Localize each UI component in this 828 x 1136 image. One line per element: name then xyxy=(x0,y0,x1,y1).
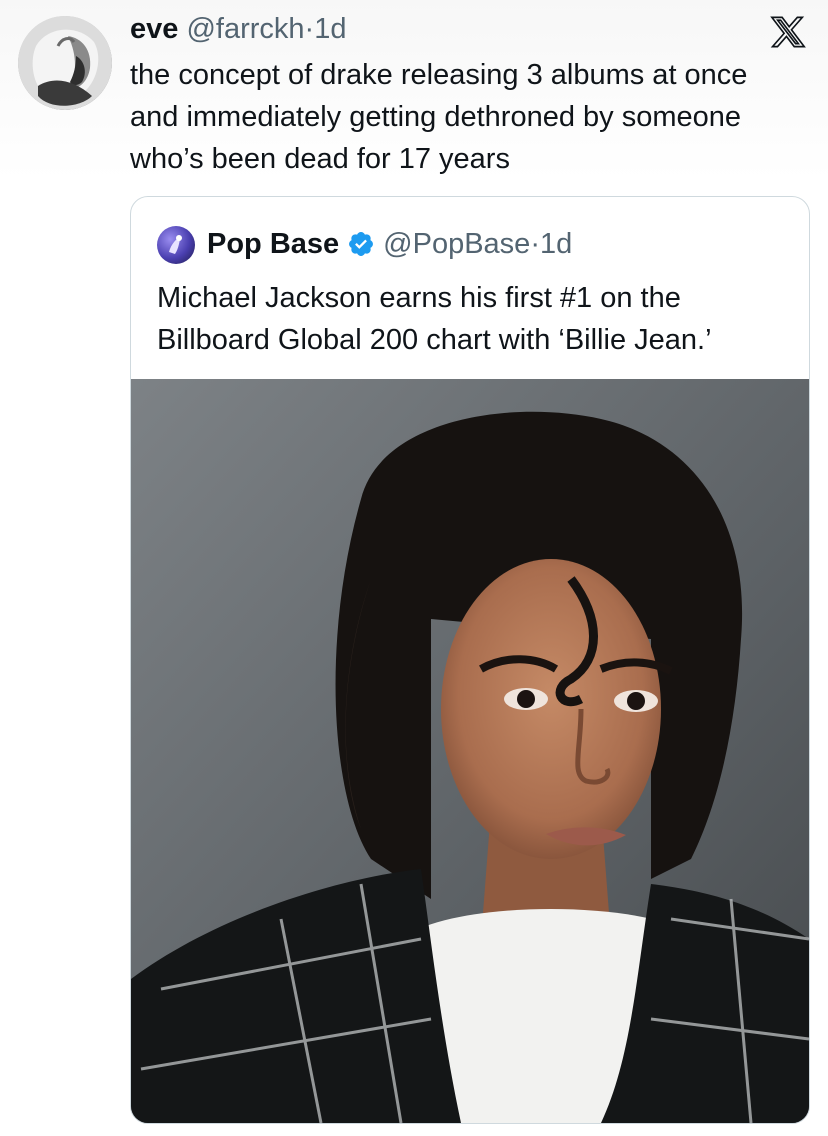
quoted-author-avatar[interactable] xyxy=(157,226,195,264)
meta-separator: · xyxy=(304,13,315,45)
tweet-container: eve @farrckh·1d the concept of drake rel… xyxy=(0,0,828,1136)
quoted-tweet-header: Pop Base @PopBase · 1d xyxy=(207,225,572,263)
avatar-image xyxy=(18,16,112,110)
quoted-tweet-photo[interactable] xyxy=(131,379,809,1123)
tweet-text: the concept of drake releasing 3 albums … xyxy=(130,59,748,175)
verified-badge-icon xyxy=(347,230,375,258)
author-handle[interactable]: @farrckh xyxy=(186,13,304,45)
quoted-meta-separator: · xyxy=(530,228,540,260)
portrait-photo xyxy=(131,379,809,1123)
x-logo-icon xyxy=(770,14,806,50)
quoted-tweet-card[interactable]: Pop Base @PopBase · 1d Michael Jackson ear… xyxy=(130,196,810,1124)
quoted-avatar-image xyxy=(169,235,182,254)
tweet-header: eve @farrckh·1d xyxy=(130,10,346,48)
author-avatar[interactable] xyxy=(18,16,112,110)
quoted-tweet-text: Michael Jackson earns his first #1 on th… xyxy=(157,282,712,356)
quoted-author-name[interactable]: Pop Base xyxy=(207,225,339,263)
quoted-author-handle[interactable]: @PopBase xyxy=(383,225,530,263)
author-name[interactable]: eve xyxy=(130,13,178,45)
quoted-tweet-timestamp[interactable]: 1d xyxy=(540,225,572,263)
tweet-timestamp[interactable]: 1d xyxy=(314,13,346,45)
